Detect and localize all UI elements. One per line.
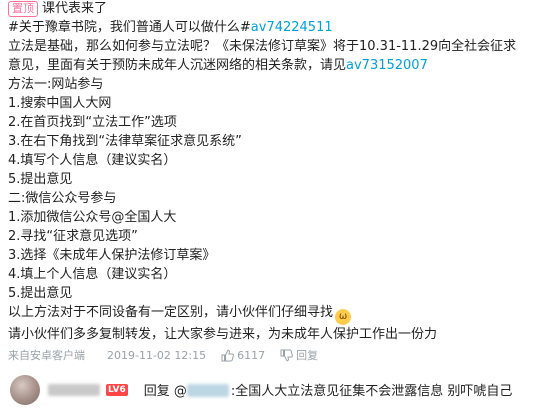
comment-line-4: 方法一:网站参与 bbox=[8, 77, 104, 92]
dislike-icon[interactable] bbox=[279, 348, 293, 362]
comment-line-1: #关于豫章书院，我们普通人可以做什么#av74224511 bbox=[8, 20, 333, 35]
avatar[interactable] bbox=[10, 374, 40, 405]
comment-line-6: 2.在首页找到“立法工作”选项 bbox=[8, 115, 177, 130]
comment-meta: 来自安卓客户端 2019-11-02 12:15 6117 回复 bbox=[8, 346, 318, 364]
mention-redacted[interactable] bbox=[186, 384, 229, 397]
like-icon[interactable] bbox=[220, 348, 234, 362]
comment-line-3: 意见，里面有关于预防未成年人沉迷网络的相关条款，请见av73152007 bbox=[8, 58, 428, 73]
comment-line-7: 3.在右下角找到“法律草案征求意见系统” bbox=[8, 134, 242, 149]
comment-line-14: 4.填上个人信息（建议实名） bbox=[8, 267, 177, 282]
comment-line-2: 立法是基础，那么如何参与立法呢？《未保法修订草案》将于10.31-11.29向全… bbox=[8, 39, 517, 54]
comment-line-9: 5.提出意见 bbox=[8, 172, 73, 187]
comment-line-13: 3.选择《未成年人保护法修订草案》 bbox=[8, 248, 216, 263]
comment-post: 置顶 课代表来了 #关于豫章书院，我们普通人可以做什么#av74224511 立… bbox=[8, 0, 548, 344]
timestamp: 2019-11-02 12:15 bbox=[107, 348, 207, 362]
device-label: 来自安卓客户端 bbox=[8, 349, 85, 362]
username-redacted bbox=[48, 383, 100, 396]
reply-button[interactable]: 回复 bbox=[296, 347, 318, 363]
post-title: 课代表来了 bbox=[42, 1, 108, 16]
video-link-av73152007[interactable]: av73152007 bbox=[346, 58, 428, 73]
video-link-av74224511[interactable]: av74224511 bbox=[251, 20, 333, 35]
sub-reply: LV6 回复 @:全国人大立法意见征集不会泄露信息 别吓唬自己 bbox=[0, 370, 550, 409]
comment-line-11: 1.添加微信公众号@全国人大 bbox=[8, 210, 177, 225]
level-badge: LV6 bbox=[106, 383, 128, 396]
like-count: 6117 bbox=[237, 348, 266, 362]
comment-line-15: 5.提出意见 bbox=[8, 286, 73, 301]
comment-line-16: 以上方法对于不同设备有一定区别，请小伙伴们仔细寻找 ω bbox=[8, 303, 548, 325]
cat-emoji-icon: ω bbox=[335, 309, 352, 325]
comment-line-17: 请小伙伴们多多复制转发，让大家参与进来，为未成年人保护工作出一份力 bbox=[8, 327, 438, 342]
comment-line-8: 4.填写个人信息（建议实名） bbox=[8, 153, 177, 168]
pinned-badge: 置顶 bbox=[8, 1, 38, 17]
post-title-row: 置顶 课代表来了 bbox=[8, 0, 548, 18]
comment-line-10: 二:微信公众号参与 bbox=[8, 191, 117, 206]
sub-reply-text: 回复 @:全国人大立法意见征集不会泄露信息 别吓唬自己 bbox=[143, 384, 513, 399]
comment-line-12: 2.寻找“征求意见选项” bbox=[8, 229, 138, 244]
comment-line-5: 1.搜索中国人大网 bbox=[8, 96, 112, 111]
